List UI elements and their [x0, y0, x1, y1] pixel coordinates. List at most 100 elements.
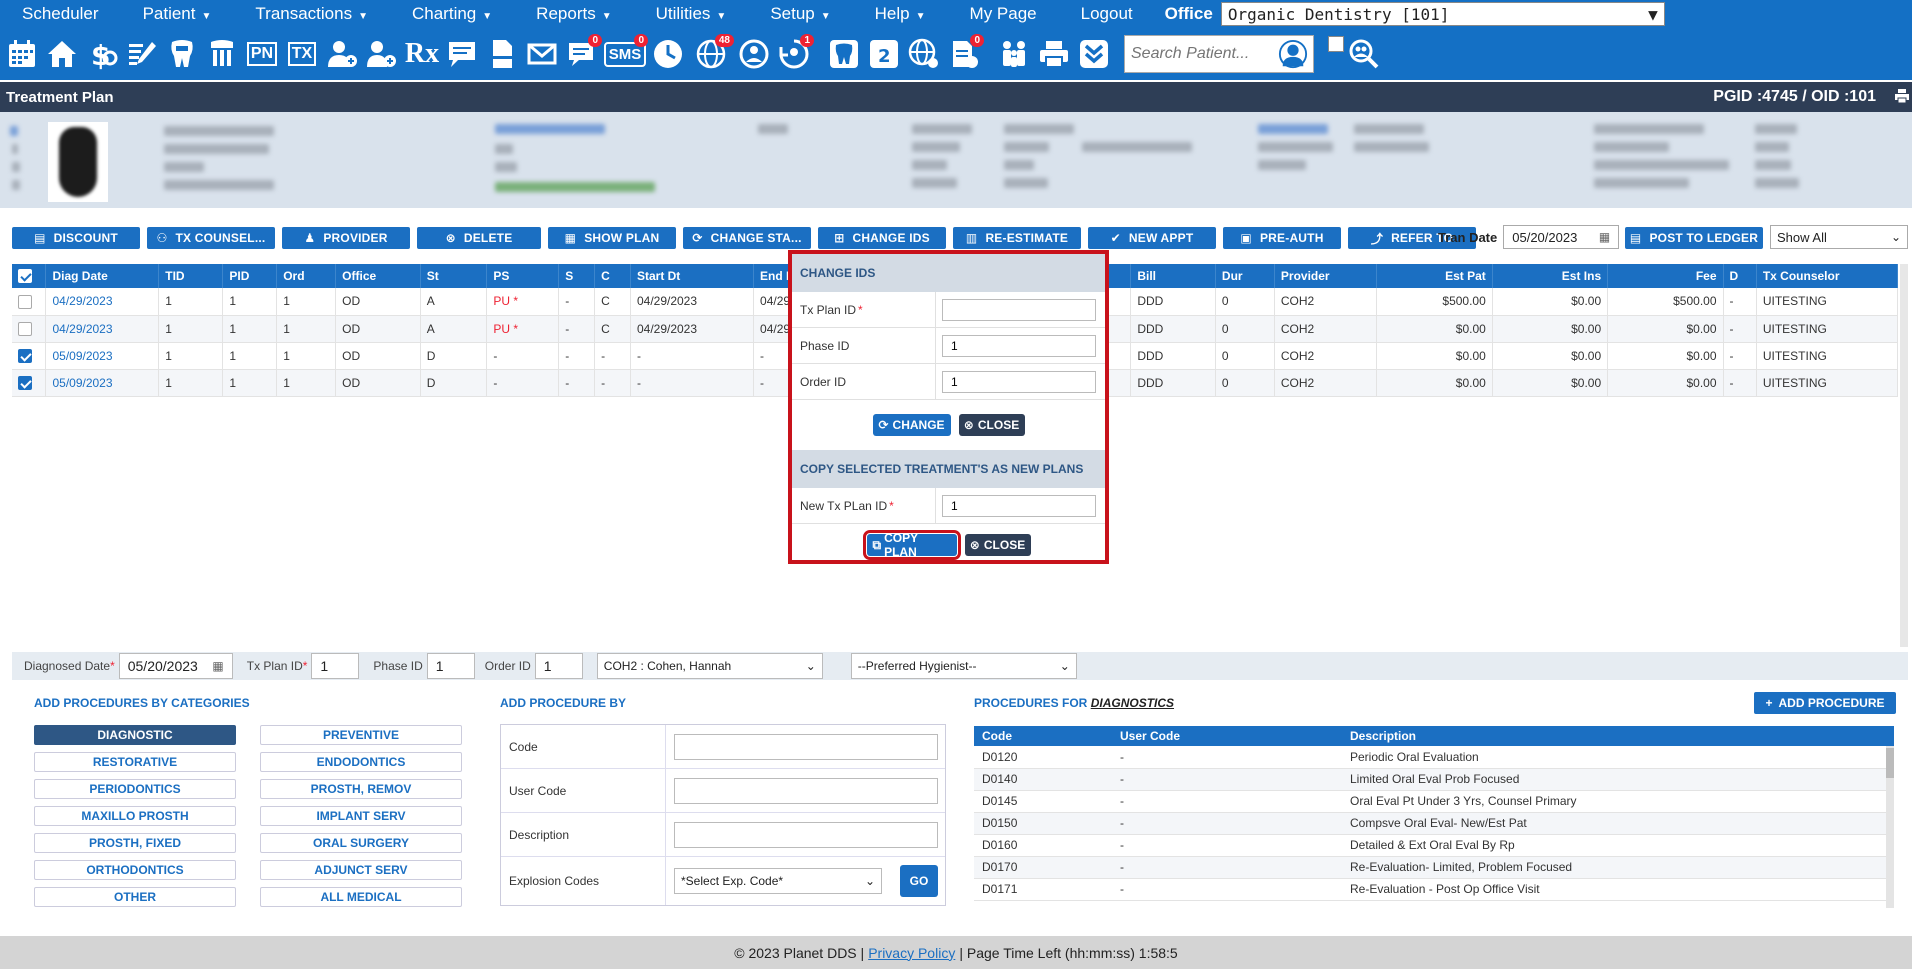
progress-notes-icon[interactable]: PN: [242, 32, 282, 76]
column-header[interactable]: Diag Date: [45, 264, 160, 288]
change-ids-button[interactable]: ⊞ CHANGE IDS: [818, 227, 946, 249]
column-header[interactable]: Fee: [1607, 264, 1724, 288]
post-to-ledger-button[interactable]: ▤ POST TO LEDGER: [1625, 227, 1763, 249]
category-prosth-fixed[interactable]: PROSTH, FIXED: [34, 833, 236, 853]
phase-id-field[interactable]: 1: [426, 653, 475, 679]
procedures-scrollbar[interactable]: [1886, 746, 1894, 908]
order-id-field[interactable]: 1: [534, 653, 583, 679]
new-tx-plan-input[interactable]: [942, 494, 1096, 517]
change-sta-button[interactable]: ⟳ CHANGE STA...: [683, 227, 811, 249]
user-code-input[interactable]: [674, 777, 938, 804]
proc-column-header[interactable]: Description: [1342, 726, 1894, 746]
discount-button[interactable]: ▤ DISCOUNT: [12, 227, 140, 249]
message-icon[interactable]: [442, 32, 482, 76]
menu-transactions[interactable]: Transactions ▼: [233, 4, 390, 24]
column-header[interactable]: Office: [335, 264, 421, 288]
notes-icon[interactable]: 0: [944, 32, 984, 76]
category-maxillo-prosth[interactable]: MAXILLO PROSTH: [34, 806, 236, 826]
category-endodontics[interactable]: ENDODONTICS: [260, 752, 462, 772]
row-checkbox[interactable]: [12, 315, 47, 343]
category-preventive[interactable]: PREVENTIVE: [260, 725, 462, 745]
menu-logout[interactable]: Logout: [1059, 4, 1155, 24]
support-icon[interactable]: [734, 32, 774, 76]
calendar-icon[interactable]: [2, 32, 42, 76]
category-adjunct-serv[interactable]: ADJUNCT SERV: [260, 860, 462, 880]
category-prosth-remov[interactable]: PROSTH, REMOV: [260, 779, 462, 799]
print-icon[interactable]: [1894, 88, 1910, 104]
go-button[interactable]: GO: [900, 865, 938, 897]
column-header[interactable]: Provider: [1274, 264, 1378, 288]
column-header[interactable]: Est Pat: [1376, 264, 1493, 288]
close-button[interactable]: ⊗ CLOSE: [958, 414, 1025, 436]
tooth-icon[interactable]: [202, 32, 242, 76]
tx-counsel-button[interactable]: ⚇ TX COUNSEL...: [147, 227, 275, 249]
menu-help[interactable]: Help ▼: [853, 4, 948, 24]
print-icon[interactable]: [1034, 32, 1074, 76]
category-other[interactable]: OTHER: [34, 887, 236, 907]
group-search-icon[interactable]: [1344, 32, 1384, 76]
provider-button[interactable]: ♟ PROVIDER: [282, 227, 410, 249]
pre-auth-button[interactable]: ▣ PRE-AUTH: [1223, 227, 1341, 249]
calendar-icon[interactable]: ▦: [1599, 230, 1610, 244]
show-plan-button[interactable]: ▦ SHOW PLAN: [548, 227, 676, 249]
quad-icon[interactable]: 2: [864, 32, 904, 76]
provider-select[interactable]: COH2 : Cohen, Hannah ⌄: [596, 653, 823, 679]
modal-phase-input[interactable]: [942, 334, 1096, 357]
modal-tx-plan-input[interactable]: [942, 298, 1096, 321]
tx-plan-id-field[interactable]: 1: [311, 653, 360, 679]
menu-charting[interactable]: Charting ▼: [390, 4, 514, 24]
column-header[interactable]: PS: [486, 264, 560, 288]
copy-plan-button[interactable]: ⧉ COPY PLAN: [862, 530, 961, 560]
perio-icon[interactable]: [824, 32, 864, 76]
row-checkbox[interactable]: [12, 342, 47, 370]
diag-date-field[interactable]: 05/20/2023 ▦: [118, 653, 233, 679]
select-all-checkbox[interactable]: [12, 264, 47, 288]
add-patient-icon[interactable]: [322, 32, 362, 76]
scan-document-icon[interactable]: [482, 32, 522, 76]
patient-avatar[interactable]: [48, 122, 108, 202]
new-appt-button[interactable]: ✔ NEW APPT: [1088, 227, 1216, 249]
procedure-row[interactable]: D0140- Limited Oral Eval Prob Focused: [974, 768, 1894, 791]
procedure-row[interactable]: D0170- Re-Evaluation- Limited, Problem Fo…: [974, 856, 1894, 879]
office-select[interactable]: Organic Dentistry [101] ▼: [1220, 2, 1665, 26]
description-input[interactable]: [674, 821, 938, 848]
procedure-row[interactable]: D0120- Periodic Oral Evaluation: [974, 746, 1894, 769]
re-estimate-button[interactable]: ▥ RE-ESTIMATE: [953, 227, 1081, 249]
menu-setup[interactable]: Setup ▼: [748, 4, 852, 24]
prescription-icon[interactable]: Rx: [402, 32, 442, 76]
modal-order-input[interactable]: [942, 370, 1096, 393]
cell-diag[interactable]: 04/29/2023: [45, 288, 160, 316]
proc-column-header[interactable]: Code: [974, 726, 1112, 746]
column-header[interactable]: Dur: [1215, 264, 1275, 288]
clock-icon[interactable]: [648, 32, 688, 76]
column-header[interactable]: TID: [158, 264, 224, 288]
menu-patient[interactable]: Patient ▼: [121, 4, 234, 24]
privacy-policy-link[interactable]: Privacy Policy: [868, 945, 955, 961]
treatment-icon[interactable]: TX: [282, 32, 322, 76]
menu-scheduler[interactable]: Scheduler: [0, 4, 121, 24]
family-icon[interactable]: [994, 32, 1034, 76]
procedure-row[interactable]: D0171- Re-Evaluation - Post Op Office Vis…: [974, 878, 1894, 901]
cell-diag[interactable]: 05/09/2023: [45, 369, 160, 397]
column-header[interactable]: Start Dt: [630, 264, 755, 288]
row-checkbox[interactable]: [12, 369, 47, 397]
search-option-checkbox[interactable]: [1328, 36, 1344, 52]
delete-button[interactable]: ⊗ DELETE: [417, 227, 541, 249]
patient-search[interactable]: [1124, 35, 1314, 73]
category-restorative[interactable]: RESTORATIVE: [34, 752, 236, 772]
explosion-code-select[interactable]: *Select Exp. Code* ⌄: [674, 868, 882, 894]
patient-search-icon[interactable]: [1275, 36, 1311, 72]
column-header[interactable]: Est Ins: [1492, 264, 1609, 288]
category-implant-serv[interactable]: IMPLANT SERV: [260, 806, 462, 826]
edit-list-icon[interactable]: [122, 32, 162, 76]
sms-icon[interactable]: SMS 0: [602, 32, 648, 76]
column-header[interactable]: D: [1723, 264, 1757, 288]
add-procedure-button[interactable]: + ADD PROCEDURE: [1754, 692, 1896, 714]
category-periodontics[interactable]: PERIODONTICS: [34, 779, 236, 799]
tran-date-field[interactable]: 05/20/2023 ▦: [1503, 225, 1620, 249]
column-header[interactable]: PID: [222, 264, 278, 288]
category-oral-surgery[interactable]: ORAL SURGERY: [260, 833, 462, 853]
home-icon[interactable]: [42, 32, 82, 76]
patient-group-add-icon[interactable]: [362, 32, 402, 76]
column-header[interactable]: C: [594, 264, 631, 288]
